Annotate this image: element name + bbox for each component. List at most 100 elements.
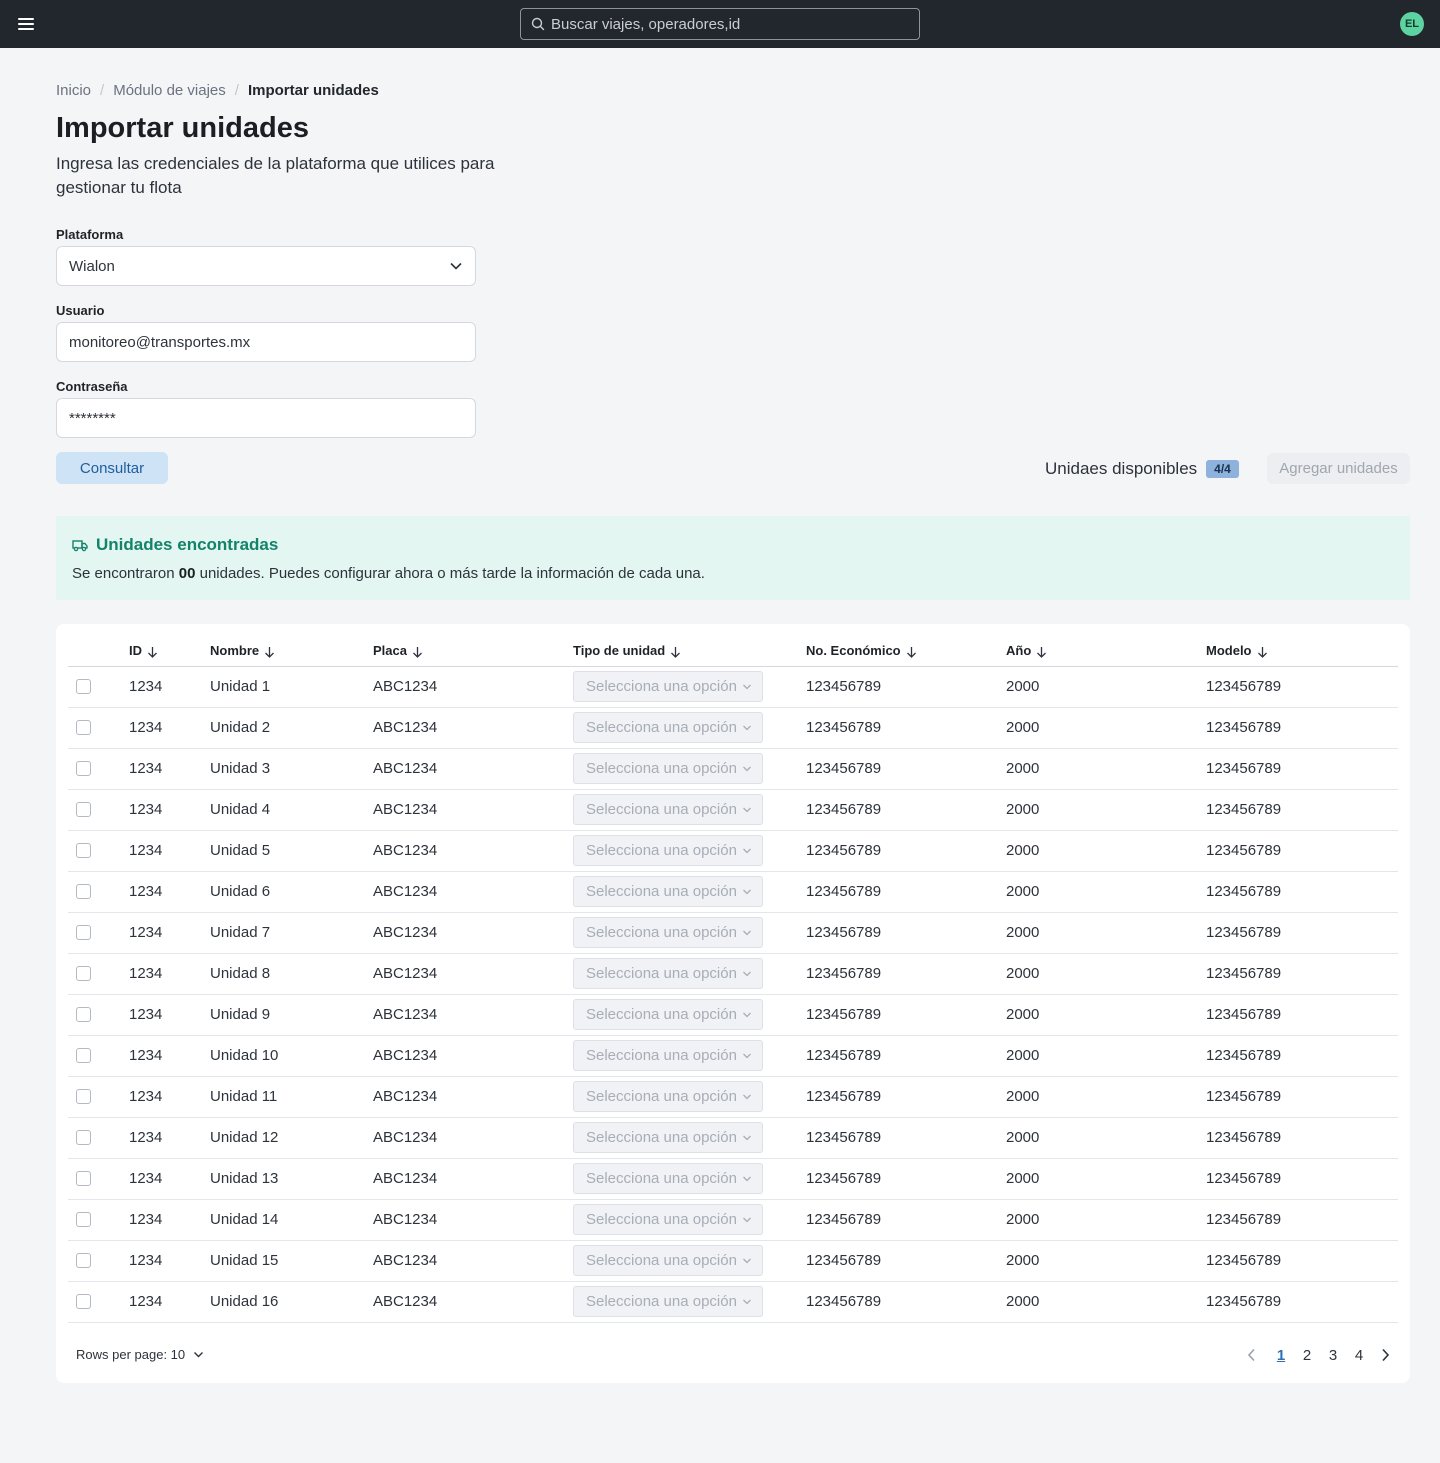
table-row[interactable]: 1234 Unidad 4 ABC1234 Selecciona una opción…: [68, 789, 1398, 831]
units-table: ID Nombre Placa Tipo de unidad No. Econó…: [68, 636, 1398, 1323]
economic-number-cell: 123456789: [806, 912, 1006, 954]
unit-type-select[interactable]: Selecciona una opción: [573, 999, 763, 1030]
table-row[interactable]: 1234 Unidad 6 ABC1234 Selecciona una opción…: [68, 871, 1398, 913]
unit-type-select[interactable]: Selecciona una opción: [573, 1163, 763, 1194]
unit-type-select[interactable]: Selecciona una opción: [573, 712, 763, 743]
unit-type-select[interactable]: Selecciona una opción: [573, 876, 763, 907]
user-field[interactable]: monitoreo@transportes.mx: [56, 322, 476, 362]
table-row[interactable]: 1234 Unidad 10 ABC1234 Selecciona una opció…: [68, 1035, 1398, 1077]
table-row[interactable]: 1234 Unidad 3 ABC1234 Selecciona una opción…: [68, 748, 1398, 790]
select-cell: [68, 1281, 129, 1323]
column-header-anio[interactable]: Año: [1006, 636, 1206, 667]
search-bar[interactable]: [520, 8, 920, 40]
year-cell: 2000: [1006, 1035, 1206, 1077]
column-header-nombre[interactable]: Nombre: [210, 636, 373, 667]
table-row[interactable]: 1234 Unidad 14 ABC1234 Selecciona una opció…: [68, 1199, 1398, 1241]
table-row[interactable]: 1234 Unidad 11 ABC1234 Selecciona una opció…: [68, 1076, 1398, 1118]
unit-type-select[interactable]: Selecciona una opción: [573, 753, 763, 784]
select-cell: [68, 789, 129, 831]
year-cell: 2000: [1006, 1281, 1206, 1323]
row-checkbox[interactable]: [76, 1130, 91, 1145]
unit-type-select[interactable]: Selecciona una opción: [573, 835, 763, 866]
breadcrumb-item-modulo-viajes[interactable]: Módulo de viajes: [113, 82, 226, 99]
page-button-1[interactable]: 1: [1268, 1347, 1294, 1364]
row-checkbox[interactable]: [76, 720, 91, 735]
id-cell: 1234: [129, 1240, 210, 1282]
rows-per-page-select[interactable]: Rows per page: 10: [76, 1347, 204, 1362]
column-header-modelo[interactable]: Modelo: [1206, 636, 1398, 667]
column-header-placa[interactable]: Placa: [373, 636, 573, 667]
unit-type-select[interactable]: Selecciona una opción: [573, 958, 763, 989]
page-title: Importar unidades: [56, 112, 309, 144]
unit-type-select[interactable]: Selecciona una opción: [573, 1245, 763, 1276]
row-checkbox[interactable]: [76, 884, 91, 899]
unit-type-placeholder: Selecciona una opción: [586, 1211, 737, 1228]
unit-type-select[interactable]: Selecciona una opción: [573, 1122, 763, 1153]
search-input[interactable]: [551, 15, 901, 33]
table-row[interactable]: 1234 Unidad 12 ABC1234 Selecciona una opció…: [68, 1117, 1398, 1159]
table-row[interactable]: 1234 Unidad 9 ABC1234 Selecciona una opción…: [68, 994, 1398, 1036]
unit-type-select[interactable]: Selecciona una opción: [573, 671, 763, 702]
row-checkbox[interactable]: [76, 679, 91, 694]
year-cell: 2000: [1006, 830, 1206, 872]
table-row[interactable]: 1234 Unidad 7 ABC1234 Selecciona una opción…: [68, 912, 1398, 954]
unit-type-select[interactable]: Selecciona una opción: [573, 1204, 763, 1235]
table-row[interactable]: 1234 Unidad 5 ABC1234 Selecciona una opción…: [68, 830, 1398, 872]
unit-type-select[interactable]: Selecciona una opción: [573, 1081, 763, 1112]
economic-number-cell: 123456789: [806, 994, 1006, 1036]
row-checkbox[interactable]: [76, 1212, 91, 1227]
unit-type-placeholder: Selecciona una opción: [586, 924, 737, 941]
row-checkbox[interactable]: [76, 925, 91, 940]
page-button-4[interactable]: 4: [1346, 1347, 1372, 1364]
table-row[interactable]: 1234 Unidad 8 ABC1234 Selecciona una opción…: [68, 953, 1398, 995]
unit-type-select[interactable]: Selecciona una opción: [573, 917, 763, 948]
breadcrumb-item-inicio[interactable]: Inicio: [56, 82, 91, 99]
banner-text: Se encontraron 00 unidades. Puedes confi…: [72, 565, 705, 582]
table-row[interactable]: 1234 Unidad 16 ABC1234 Selecciona una opció…: [68, 1281, 1398, 1323]
column-header-tipo-unidad[interactable]: Tipo de unidad: [573, 636, 806, 667]
row-checkbox[interactable]: [76, 1253, 91, 1268]
row-checkbox[interactable]: [76, 843, 91, 858]
table-row[interactable]: 1234 Unidad 13 ABC1234 Selecciona una opció…: [68, 1158, 1398, 1200]
row-checkbox[interactable]: [76, 1007, 91, 1022]
password-field[interactable]: ********: [56, 398, 476, 438]
economic-number-cell: 123456789: [806, 748, 1006, 790]
plate-cell: ABC1234: [373, 953, 573, 995]
avatar[interactable]: EL: [1400, 12, 1424, 36]
table-row[interactable]: 1234 Unidad 2 ABC1234 Selecciona una opción…: [68, 707, 1398, 749]
previous-page-icon[interactable]: [1244, 1345, 1258, 1365]
row-checkbox[interactable]: [76, 1294, 91, 1309]
next-page-icon[interactable]: [1378, 1345, 1392, 1365]
unit-type-select[interactable]: Selecciona una opción: [573, 794, 763, 825]
hamburger-menu-icon[interactable]: [18, 14, 38, 34]
unit-type-select[interactable]: Selecciona una opción: [573, 1286, 763, 1317]
page-button-3[interactable]: 3: [1320, 1347, 1346, 1364]
plate-cell: ABC1234: [373, 1199, 573, 1241]
platform-select[interactable]: Wialon: [56, 246, 476, 286]
plate-cell: ABC1234: [373, 912, 573, 954]
economic-number-cell: 123456789: [806, 953, 1006, 995]
unit-type-placeholder: Selecciona una opción: [586, 1252, 737, 1269]
consultar-button[interactable]: Consultar: [56, 452, 168, 484]
select-cell: [68, 830, 129, 872]
row-checkbox[interactable]: [76, 1171, 91, 1186]
row-checkbox[interactable]: [76, 1048, 91, 1063]
add-units-button[interactable]: Agregar unidades: [1267, 453, 1410, 484]
row-checkbox[interactable]: [76, 966, 91, 981]
table-row[interactable]: 1234 Unidad 1 ABC1234 Selecciona una opción…: [68, 666, 1398, 708]
rows-per-page-label: Rows per page: 10: [76, 1347, 186, 1362]
row-checkbox[interactable]: [76, 802, 91, 817]
row-checkbox[interactable]: [76, 761, 91, 776]
unit-type-select[interactable]: Selecciona una opción: [573, 1040, 763, 1071]
name-cell: Unidad 9: [210, 994, 373, 1036]
column-header-id[interactable]: ID: [129, 636, 210, 667]
economic-number-cell: 123456789: [806, 871, 1006, 913]
economic-number-cell: 123456789: [806, 1199, 1006, 1241]
page-button-2[interactable]: 2: [1294, 1347, 1320, 1364]
column-header-no-economico[interactable]: No. Económico: [806, 636, 1006, 667]
row-checkbox[interactable]: [76, 1089, 91, 1104]
id-cell: 1234: [129, 1117, 210, 1159]
table-row[interactable]: 1234 Unidad 15 ABC1234 Selecciona una opció…: [68, 1240, 1398, 1282]
economic-number-cell: 123456789: [806, 830, 1006, 872]
model-cell: 123456789: [1206, 1117, 1398, 1159]
